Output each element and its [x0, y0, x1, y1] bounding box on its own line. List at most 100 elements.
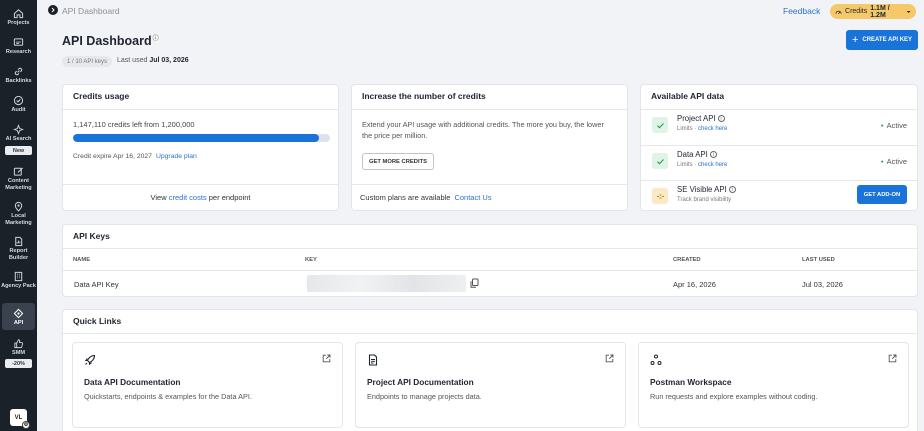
limits-label: Limits ·	[677, 126, 697, 132]
sidebar-item-report-builder[interactable]: Report Builder	[0, 234, 37, 261]
check-icon	[652, 153, 668, 169]
sidebar-item-research[interactable]: Research	[0, 35, 37, 56]
new-badge: New	[5, 146, 32, 155]
credits-usage-card: Credits usage 1,147,110 credits left fro…	[62, 84, 339, 211]
create-api-key-label: CREATE API KEY	[862, 37, 913, 43]
external-link-icon	[888, 354, 897, 363]
sidebar-item-label: Content Marketing	[5, 178, 32, 191]
key-name: Data API Key	[74, 280, 119, 289]
sidebar-item-ai-search[interactable]: AI Search	[0, 122, 37, 143]
increase-credits-text: Extend your API usage with additional cr…	[362, 120, 604, 140]
feedback-link[interactable]: Feedback	[783, 6, 820, 16]
credits-left-text: 1,147,110 credits left from 1,200,000	[73, 120, 195, 129]
sidebar-item-label: SMM	[11, 350, 26, 356]
sidebar-item-agency-pack[interactable]: Agency Pack	[0, 269, 37, 290]
column-header-created[interactable]: CREATED	[673, 257, 701, 263]
key-created: Apr 16, 2026	[673, 280, 716, 289]
quick-link-data-api-docs[interactable]: Data API Documentation Quickstarts, endp…	[72, 342, 343, 428]
report-icon	[12, 234, 26, 248]
card-title: API Keys	[73, 231, 110, 241]
create-api-key-button[interactable]: + CREATE API KEY	[846, 30, 918, 50]
card-title: Quick Links	[73, 316, 122, 326]
api-row-se-visible: SE Visible API i Track brand visibility G…	[641, 180, 917, 216]
api-keys-card: API Keys NAME KEY CREATED LAST USED Data…	[62, 224, 918, 297]
column-header-key[interactable]: KEY	[305, 257, 317, 263]
sidebar-item-smm[interactable]: SMM	[0, 336, 37, 357]
breadcrumb[interactable]: API Dashboard	[62, 6, 120, 16]
quick-link-postman-workspace[interactable]: Postman Workspace Run requests and explo…	[638, 342, 909, 428]
credits-amount: 1.1M / 1.2M	[870, 4, 890, 19]
nodes-icon	[650, 354, 662, 366]
info-icon[interactable]: ⓘ	[153, 36, 159, 42]
increase-credits-card: Increase the number of credits Extend yo…	[351, 84, 628, 211]
sidebar-item-label: Projects	[7, 20, 30, 26]
sidebar-item-label: Audit	[11, 107, 26, 113]
sidebar-item-api[interactable]: API	[2, 303, 35, 330]
api-name: Project API i	[677, 114, 725, 123]
available-api-card: Available API data Project API i Limits ·…	[640, 84, 918, 211]
footer-prefix: View	[150, 193, 167, 202]
credits-progress-fill	[73, 134, 319, 142]
column-header-last-used[interactable]: LAST USED	[802, 257, 835, 263]
last-used: Last used Jul 03, 2026	[117, 57, 189, 64]
thumbs-up-icon	[12, 336, 26, 350]
contact-us-link[interactable]: Contact Us	[454, 193, 491, 202]
link-icon	[652, 188, 668, 204]
card-title: Credits usage	[73, 91, 130, 101]
last-used-label: Last used	[117, 57, 148, 64]
check-limits-link[interactable]: check here	[698, 162, 727, 168]
api-sub-text: Track brand visibility	[677, 197, 732, 203]
quick-link-title: Data API Documentation	[84, 377, 181, 387]
credits-dropdown[interactable]: Credits 1.1M / 1.2M	[830, 4, 916, 19]
quick-link-title: Project API Documentation	[367, 377, 474, 387]
credit-costs-link[interactable]: credit costs	[169, 193, 207, 202]
settings-icon: ⚙	[22, 421, 30, 429]
api-limits: Limits · check here	[677, 126, 727, 132]
avatar[interactable]: VL ⚙	[10, 409, 30, 429]
sidebar-item-audit[interactable]: Audit	[0, 93, 37, 114]
divider	[352, 184, 627, 185]
sparkle-icon	[12, 122, 26, 136]
key-last-used: Jul 03, 2026	[802, 280, 843, 289]
upgrade-plan-link[interactable]: Upgrade plan	[156, 153, 197, 160]
building-icon	[12, 269, 26, 283]
status-badge: Active	[881, 157, 907, 166]
sidebar-item-backlinks[interactable]: Backlinks	[0, 64, 37, 85]
quick-link-desc: Quickstarts, endpoints & examples for th…	[84, 392, 252, 401]
quick-link-desc: Endpoints to manage projects data.	[367, 392, 482, 401]
credits-progress-bar	[73, 134, 330, 142]
sidebar-item-projects[interactable]: Projects	[0, 6, 37, 27]
check-icon	[652, 117, 668, 133]
api-row-data: Data APIi Limits · check here Active	[641, 145, 917, 181]
column-header-name[interactable]: NAME	[73, 257, 90, 263]
sidebar-item-content-marketing[interactable]: Content Marketing	[0, 164, 37, 191]
last-used-date: Jul 03, 2026	[149, 57, 189, 64]
avatar-initials: VL	[14, 414, 23, 421]
info-icon[interactable]: i	[709, 151, 717, 158]
edit-icon	[12, 164, 26, 178]
external-link-icon	[605, 354, 614, 363]
pin-icon	[12, 199, 26, 213]
page-title-text: API Dashboard	[62, 34, 152, 49]
rocket-icon	[84, 354, 96, 366]
get-add-on-button[interactable]: GET ADD-ON	[857, 185, 907, 204]
info-icon[interactable]: i	[717, 115, 725, 122]
get-more-credits-button[interactable]: GET MORE CREDITS	[362, 153, 434, 170]
credits-label: Credits	[845, 8, 868, 15]
card-title: Available API data	[651, 91, 725, 101]
sidebar-item-local-marketing[interactable]: Local Marketing	[0, 199, 37, 226]
copy-icon[interactable]	[469, 278, 480, 289]
sidebar: Projects Research Backlinks Audit AI Sea…	[0, 0, 37, 431]
check-limits-link[interactable]: check here	[698, 126, 727, 132]
sidebar-item-label: Local Marketing	[5, 213, 32, 226]
credit-costs-note: View credit costs per endpoint	[63, 193, 338, 202]
status-badge: Active	[881, 121, 907, 130]
limits-label: Limits ·	[677, 162, 697, 168]
link-icon	[12, 64, 26, 78]
document-icon	[367, 354, 379, 366]
page-title: API Dashboardⓘ	[62, 33, 159, 48]
info-icon[interactable]: i	[728, 186, 736, 193]
quick-link-project-api-docs[interactable]: Project API Documentation Endpoints to m…	[355, 342, 626, 428]
sidebar-item-label: Backlinks	[5, 78, 32, 84]
api-row-project: Project APIi Limits · check here Active	[641, 109, 917, 145]
